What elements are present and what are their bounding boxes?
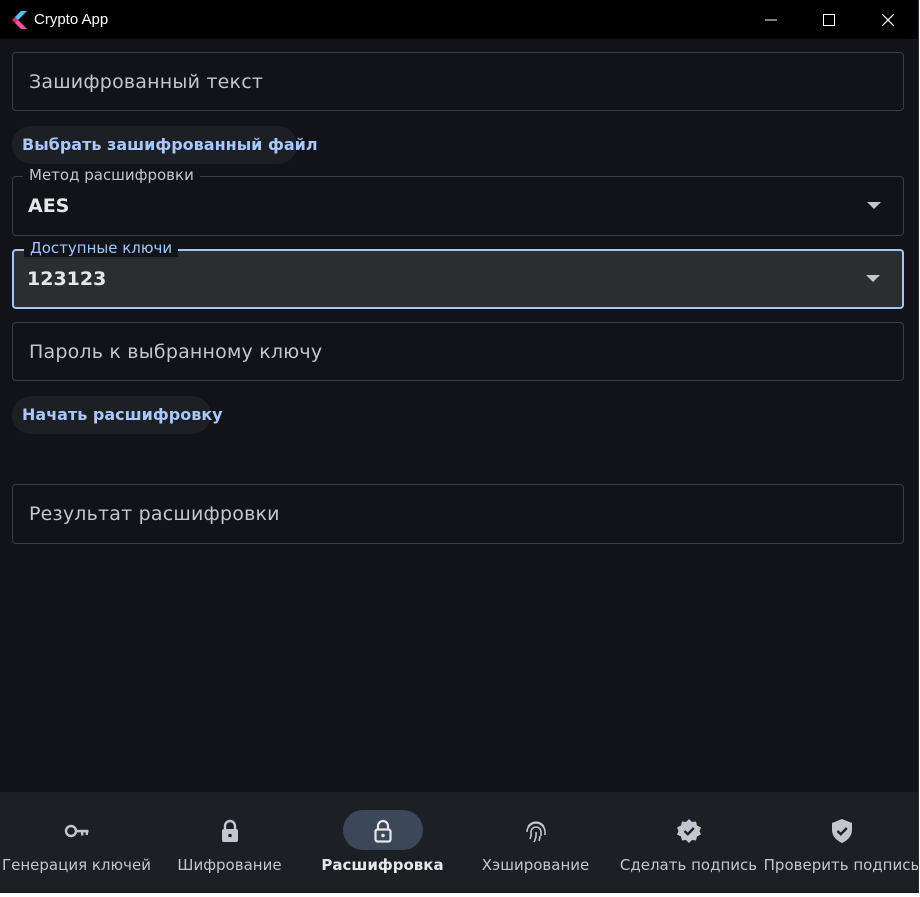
- minimize-button[interactable]: [742, 0, 800, 39]
- nav-item-encryption[interactable]: Шифрование: [153, 792, 306, 893]
- nav-item-make-signature[interactable]: Сделать подпись: [612, 792, 765, 893]
- maximize-button[interactable]: [800, 0, 858, 39]
- key-icon: [64, 824, 88, 838]
- nav-label: Хэширование: [481, 856, 590, 874]
- decryption-result-placeholder: Результат расшифровки: [29, 503, 280, 525]
- nav-label: Проверить подпись: [763, 856, 919, 874]
- nav-item-decryption[interactable]: Расшифровка: [306, 792, 459, 893]
- encrypted-text-input[interactable]: Зашифрованный текст: [12, 52, 904, 111]
- choose-encrypted-file-button[interactable]: Выбрать зашифрованный файл: [12, 126, 318, 164]
- available-keys-label: Доступные ключи: [24, 239, 179, 257]
- decryption-method-value: AES: [28, 195, 70, 217]
- nav-label: Генерация ключей: [2, 856, 151, 874]
- start-decryption-button[interactable]: Начать расшифровку: [12, 396, 223, 434]
- nav-item-hashing[interactable]: Хэширование: [459, 792, 612, 893]
- minimize-icon: [765, 19, 777, 20]
- key-password-placeholder: Пароль к выбранному ключу: [29, 340, 323, 363]
- decryption-result-field[interactable]: Результат расшифровки: [12, 484, 904, 544]
- verified-badge-icon: [676, 819, 701, 843]
- decryption-method-select[interactable]: Метод расшифровки AES: [12, 166, 904, 236]
- fingerprint-icon: [525, 821, 546, 843]
- nav-item-key-generation[interactable]: Генерация ключей: [0, 792, 153, 893]
- nav-label: Расшифровка: [321, 856, 444, 874]
- title-bar: Crypto App: [0, 0, 918, 39]
- app-window: Crypto App Зашифрованный текст Выбрать з…: [0, 0, 919, 893]
- unlock-icon: [373, 819, 392, 843]
- nav-label: Сделать подпись: [619, 856, 758, 874]
- bottom-navigation: Генерация ключей Шифрование Расшифровка: [0, 792, 918, 893]
- nav-label: Шифрование: [177, 856, 282, 874]
- dropdown-arrow-icon: [867, 202, 881, 209]
- available-keys-select[interactable]: Доступные ключи 123123: [12, 239, 904, 309]
- available-keys-value: 123123: [27, 268, 107, 290]
- window-title: Crypto App: [34, 11, 109, 28]
- app-logo-icon: [12, 11, 27, 29]
- dropdown-arrow-icon: [866, 275, 880, 282]
- maximize-icon: [823, 13, 835, 26]
- close-icon: [881, 13, 895, 26]
- shield-check-icon: [831, 819, 852, 843]
- encrypted-text-placeholder: Зашифрованный текст: [29, 70, 264, 93]
- key-password-input[interactable]: Пароль к выбранному ключу: [12, 322, 904, 381]
- decryption-method-label: Метод расшифровки: [23, 166, 200, 184]
- nav-item-verify-signature[interactable]: Проверить подпись: [764, 792, 918, 893]
- lock-icon: [221, 819, 238, 842]
- close-button[interactable]: [859, 0, 917, 39]
